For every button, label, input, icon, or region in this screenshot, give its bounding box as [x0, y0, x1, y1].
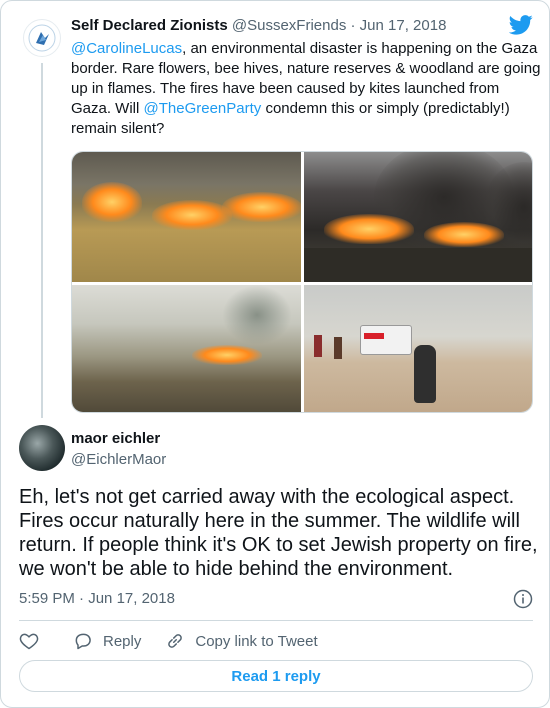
- heart-icon: [19, 633, 39, 650]
- read-replies-button[interactable]: Read 1 reply: [19, 660, 533, 692]
- avatar-logo-icon: [28, 24, 56, 52]
- mention-link[interactable]: @TheGreenParty: [144, 100, 262, 117]
- parent-tweet[interactable]: Self Declared Zionists @SussexFriends · …: [1, 1, 550, 421]
- reply-handle[interactable]: @EichlerMaor: [71, 451, 166, 468]
- link-icon: [168, 634, 183, 648]
- reply-button[interactable]: Reply: [73, 631, 141, 651]
- reply-author-name[interactable]: maor eichler: [71, 430, 160, 447]
- media-photo-smoke-fire[interactable]: [304, 152, 532, 282]
- parent-tweet-text: @CarolineLucas, an environmental disaste…: [71, 39, 541, 139]
- tweet-card: Self Declared Zionists @SussexFriends · …: [0, 0, 550, 708]
- reply-button-label: Reply: [103, 632, 142, 650]
- parent-handle[interactable]: @SussexFriends: [232, 17, 346, 34]
- copy-link-label: Copy link to Tweet: [195, 632, 318, 650]
- divider: [19, 620, 533, 621]
- like-button[interactable]: [19, 631, 49, 651]
- mention-link[interactable]: @CarolineLucas: [71, 40, 182, 57]
- copy-link-button[interactable]: Copy link to Tweet: [165, 631, 318, 651]
- reply-date: Jun 17, 2018: [88, 590, 175, 607]
- parent-date[interactable]: Jun 17, 2018: [360, 17, 447, 34]
- media-grid: [71, 151, 533, 413]
- media-photo-field-fire[interactable]: [72, 152, 301, 282]
- info-icon[interactable]: [513, 589, 533, 609]
- parent-avatar[interactable]: [23, 19, 61, 57]
- thread-line: [41, 63, 43, 418]
- reply-icon: [75, 633, 91, 650]
- tweet-actions: Reply Copy link to Tweet: [19, 629, 342, 653]
- media-photo-ambulance-kite[interactable]: [304, 285, 532, 412]
- twitter-bird-icon[interactable]: [509, 15, 533, 35]
- reply-timestamp[interactable]: 5:59 PM · Jun 17, 2018: [19, 590, 175, 607]
- meta-separator: ·: [346, 17, 360, 34]
- parent-author-name[interactable]: Self Declared Zionists: [71, 17, 228, 34]
- reply-avatar[interactable]: [19, 425, 65, 471]
- reply-tweet-text: Eh, let's not get carried away with the …: [19, 486, 538, 580]
- reply-time: 5:59 PM: [19, 590, 75, 607]
- parent-header: Self Declared Zionists @SussexFriends · …: [71, 17, 446, 34]
- media-photo-woodland-fire[interactable]: [72, 285, 301, 412]
- meta-separator: ·: [74, 590, 89, 607]
